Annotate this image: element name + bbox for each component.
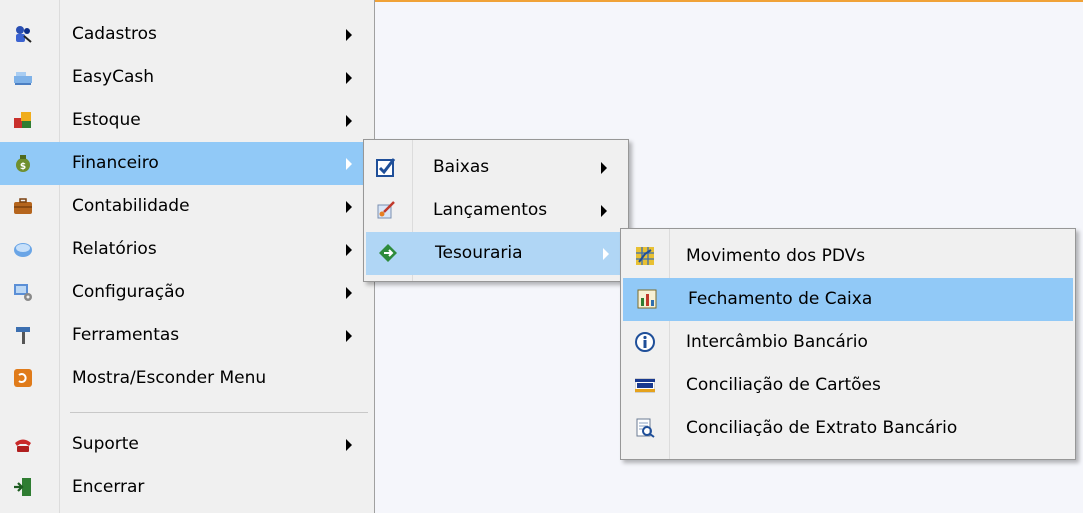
menu-item-relatorios[interactable]: Relatórios: [0, 228, 374, 271]
menu-item-conciliacao-extrato[interactable]: Conciliação de Extrato Bancário: [621, 407, 1075, 450]
money-bag-icon: $: [13, 153, 33, 173]
tesouraria-submenu: Movimento dos PDVs Fechamento de Caixa I…: [620, 228, 1076, 460]
menu-item-intercambio-bancario[interactable]: Intercâmbio Bancário: [621, 321, 1075, 364]
menu-item-label: Configuração: [72, 282, 185, 302]
checkbox-icon: [376, 157, 396, 177]
menu-item-cadastros[interactable]: Cadastros: [0, 13, 374, 56]
menu-separator: [70, 412, 368, 413]
bank-statement-icon: [635, 418, 655, 438]
menu-item-label: Contabilidade: [72, 196, 190, 216]
submenu-arrow-icon: [346, 201, 352, 213]
menu-item-contabilidade[interactable]: Contabilidade: [0, 185, 374, 228]
cash-closing-chart-icon: [637, 289, 657, 309]
toggle-menu-icon: [13, 368, 33, 388]
menu-item-label: Tesouraria: [435, 243, 523, 263]
submenu-arrow-icon: [346, 287, 352, 299]
submenu-arrow-icon: [603, 248, 609, 260]
svg-text:$: $: [20, 162, 26, 172]
financeiro-submenu: Baixas Lançamentos Tesouraria: [363, 139, 629, 282]
submenu-arrow-icon: [346, 158, 352, 170]
menu-item-label: Financeiro: [72, 153, 159, 173]
submenu-arrow-icon: [346, 244, 352, 256]
menu-item-baixas[interactable]: Baixas: [364, 146, 628, 189]
submenu-arrow-icon: [346, 29, 352, 41]
pdv-movement-icon: [635, 246, 655, 266]
main-menu: Cadastros EasyCash Estoque $ Financeiro …: [0, 0, 375, 513]
submenu-arrow-icon: [346, 330, 352, 342]
menu-item-label: Suporte: [72, 434, 139, 454]
menu-item-label: Cadastros: [72, 24, 157, 44]
visa-card-icon: [635, 375, 655, 395]
menu-item-suporte[interactable]: Suporte: [0, 423, 374, 466]
menu-item-estoque[interactable]: Estoque: [0, 99, 374, 142]
menu-item-label: Ferramentas: [72, 325, 180, 345]
menu-item-label: Conciliação de Extrato Bancário: [686, 418, 958, 438]
menu-item-fechamento-caixa[interactable]: Fechamento de Caixa: [623, 278, 1073, 321]
entries-icon: [376, 200, 396, 220]
menu-item-label: Movimento dos PDVs: [686, 246, 866, 266]
menu-item-label: Conciliação de Cartões: [686, 375, 881, 395]
menu-item-label: Encerrar: [72, 477, 145, 497]
menu-item-mostra-esconder[interactable]: Mostra/Esconder Menu: [0, 357, 374, 400]
menu-item-label: EasyCash: [72, 67, 154, 87]
menu-item-label: Relatórios: [72, 239, 157, 259]
users-search-icon: [13, 24, 33, 44]
menu-item-label: Lançamentos: [433, 200, 548, 220]
menu-item-label: Fechamento de Caixa: [688, 289, 873, 309]
submenu-arrow-icon: [601, 162, 607, 174]
report-disk-icon: [13, 239, 33, 259]
menu-item-label: Estoque: [72, 110, 141, 130]
hammer-icon: [13, 325, 33, 345]
briefcase-icon: [13, 196, 33, 216]
config-computer-icon: [13, 282, 33, 302]
menu-item-lancamentos[interactable]: Lançamentos: [364, 189, 628, 232]
menu-item-encerrar[interactable]: Encerrar: [0, 466, 374, 509]
menu-item-label: Intercâmbio Bancário: [686, 332, 868, 352]
menu-item-conciliacao-cartoes[interactable]: Conciliação de Cartões: [621, 364, 1075, 407]
menu-item-ferramentas[interactable]: Ferramentas: [0, 314, 374, 357]
menu-item-easycash[interactable]: EasyCash: [0, 56, 374, 99]
submenu-arrow-icon: [601, 205, 607, 217]
menu-item-movimento-pdvs[interactable]: Movimento dos PDVs: [621, 235, 1075, 278]
boxes-icon: [13, 110, 33, 130]
menu-item-financeiro[interactable]: $ Financeiro: [0, 142, 374, 185]
submenu-arrow-icon: [346, 72, 352, 84]
menu-item-label: Mostra/Esconder Menu: [72, 368, 267, 388]
submenu-arrow-icon: [346, 115, 352, 127]
submenu-arrow-icon: [346, 439, 352, 451]
menu-item-tesouraria[interactable]: Tesouraria: [366, 232, 626, 275]
menu-item-configuracao[interactable]: Configuração: [0, 271, 374, 314]
telephone-icon: [13, 434, 33, 454]
cash-register-icon: [13, 67, 33, 87]
exit-door-icon: [13, 477, 33, 497]
info-icon: [635, 332, 655, 352]
treasury-arrow-icon: [378, 243, 398, 263]
menu-item-label: Baixas: [433, 157, 490, 177]
